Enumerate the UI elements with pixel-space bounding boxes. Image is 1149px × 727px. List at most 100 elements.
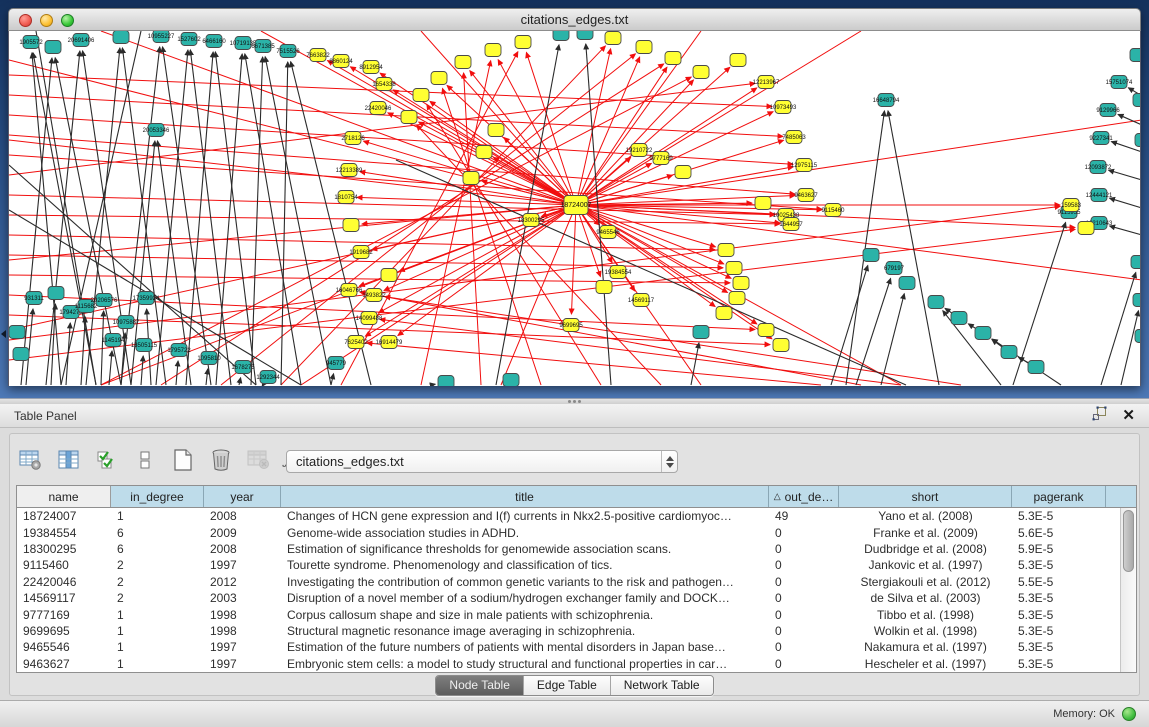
- graph-edge[interactable]: [262, 385, 263, 386]
- table-cell[interactable]: 2003: [204, 591, 281, 605]
- graph-node[interactable]: [503, 374, 519, 387]
- table-cell[interactable]: 5.6E-5: [1012, 526, 1106, 540]
- graph-node[interactable]: 7663822: [306, 49, 330, 62]
- table-cell[interactable]: 1: [111, 657, 204, 671]
- table-cell[interactable]: Stergiakouli et al. (2012): [839, 575, 1012, 589]
- graph-node[interactable]: [413, 89, 429, 102]
- graph-edge[interactable]: [206, 369, 208, 385]
- graph-edge[interactable]: [576, 31, 861, 205]
- table-cell[interactable]: Franke et al. (2009): [839, 526, 1012, 540]
- graph-node[interactable]: [1131, 256, 1141, 269]
- graph-node[interactable]: [863, 249, 879, 262]
- table-cell[interactable]: 1: [111, 640, 204, 654]
- table-cell[interactable]: 0: [769, 575, 839, 589]
- graph-node[interactable]: [476, 146, 492, 159]
- graph-edge[interactable]: [576, 57, 640, 205]
- graph-edge[interactable]: [215, 52, 256, 385]
- table-cell[interactable]: Investigating the contribution of common…: [281, 575, 769, 589]
- graph-node[interactable]: 159583: [1061, 199, 1082, 212]
- graph-node[interactable]: 1145194: [102, 334, 126, 347]
- table-row[interactable]: 946362711997Embryonic stem cells: a mode…: [17, 656, 1120, 672]
- table-cell[interactable]: 0: [769, 640, 839, 654]
- graph-edge[interactable]: [417, 125, 661, 385]
- table-cell[interactable]: 1998: [204, 624, 281, 638]
- table-cell[interactable]: 19384554: [17, 526, 111, 540]
- graph-node[interactable]: 16648794: [873, 94, 900, 107]
- graph-edge[interactable]: [239, 378, 241, 385]
- table-row[interactable]: 946554611997Estimation of the future num…: [17, 639, 1120, 655]
- graph-node[interactable]: 9227341: [1089, 132, 1113, 145]
- graph-node[interactable]: [13, 348, 29, 361]
- table-cell[interactable]: Wolkin et al. (1998): [839, 624, 1012, 638]
- graph-node[interactable]: [675, 166, 691, 179]
- graph-edge[interactable]: [421, 61, 491, 385]
- table-cell[interactable]: Estimation of significance thresholds fo…: [281, 542, 769, 556]
- graph-edge[interactable]: [9, 115, 793, 164]
- tab-network-table[interactable]: Network Table: [610, 676, 713, 695]
- table-select-dropdown[interactable]: citations_edges.txt: [286, 450, 678, 473]
- graph-node[interactable]: [596, 281, 612, 294]
- graph-node[interactable]: [1133, 294, 1141, 307]
- graph-edge[interactable]: [1110, 198, 1141, 208]
- column-header-title[interactable]: title: [281, 486, 769, 507]
- graph-edge[interactable]: [691, 343, 699, 385]
- table-cell[interactable]: Structural magnetic resonance image aver…: [281, 624, 769, 638]
- graph-node[interactable]: 19210722: [626, 144, 653, 157]
- table-cell[interactable]: 0: [769, 657, 839, 671]
- float-panel-icon[interactable]: [1092, 406, 1108, 426]
- graph-node[interactable]: [343, 219, 359, 232]
- column-header-pagerank[interactable]: pagerank: [1012, 486, 1106, 507]
- graph-node[interactable]: [693, 326, 709, 339]
- table-cell[interactable]: 2: [111, 575, 204, 589]
- table-cell[interactable]: Disruption of a novel member of a sodium…: [281, 591, 769, 605]
- column-header-year[interactable]: year: [204, 486, 281, 507]
- table-cell[interactable]: de Silva et al. (2003): [839, 591, 1012, 605]
- row-boxes-icon[interactable]: [132, 447, 158, 473]
- table-cell[interactable]: 2008: [204, 542, 281, 556]
- table-row[interactable]: 977716911998Corpus callosum shape and si…: [17, 606, 1120, 622]
- graph-node[interactable]: 16914479: [376, 336, 403, 349]
- table-cell[interactable]: 2: [111, 558, 204, 572]
- table-row[interactable]: 1456911722003Disruption of a novel membe…: [17, 590, 1120, 606]
- graph-node[interactable]: [726, 262, 742, 275]
- table-cell[interactable]: 9115460: [17, 558, 111, 572]
- graph-node[interactable]: 1795722: [167, 344, 191, 357]
- table-cell[interactable]: 1998: [204, 608, 281, 622]
- graph-node[interactable]: 1905572: [19, 36, 43, 49]
- graph-node[interactable]: [665, 52, 681, 65]
- graph-node[interactable]: 1919682: [349, 246, 373, 259]
- graph-edge[interactable]: [576, 88, 757, 205]
- graph-node[interactable]: 19384554: [605, 266, 632, 279]
- left-splitter-arrow[interactable]: [1, 330, 6, 338]
- graph-node[interactable]: [431, 72, 447, 85]
- graph-node[interactable]: [463, 172, 479, 185]
- table-cell[interactable]: Nakamura et al. (1997): [839, 640, 1012, 654]
- graph-node[interactable]: [1135, 330, 1141, 343]
- graph-node[interactable]: 22420046: [365, 102, 392, 115]
- table-cell[interactable]: 0: [769, 624, 839, 638]
- table-cell[interactable]: Estimation of the future numbers of pati…: [281, 640, 769, 654]
- graph-node[interactable]: [1130, 49, 1141, 62]
- graph-edge[interactable]: [576, 205, 1141, 280]
- graph-node[interactable]: 14569117: [628, 294, 655, 307]
- column-header-out_de[interactable]: △out_de…: [769, 486, 839, 507]
- graph-node[interactable]: 1810754: [334, 191, 358, 204]
- table-cell[interactable]: Changes of HCN gene expression and I(f) …: [281, 509, 769, 523]
- table-cell[interactable]: 1: [111, 624, 204, 638]
- graph-node[interactable]: [975, 327, 991, 340]
- graph-node[interactable]: [899, 277, 915, 290]
- graph-edge[interactable]: [9, 155, 822, 209]
- graph-node[interactable]: [718, 244, 734, 257]
- graph-edge[interactable]: [846, 111, 884, 385]
- network-canvas[interactable]: 1905572206914061095522715276026466160107…: [8, 31, 1141, 386]
- table-cell[interactable]: Tourette syndrome. Phenomenology and cla…: [281, 558, 769, 572]
- tab-node-table[interactable]: Node Table: [436, 676, 523, 695]
- graph-edge[interactable]: [1101, 273, 1136, 385]
- table-cell[interactable]: 1997: [204, 657, 281, 671]
- network-window-titlebar[interactable]: citations_edges.txt: [8, 8, 1141, 31]
- table-cell[interactable]: 9777169: [17, 608, 111, 622]
- graph-node[interactable]: 18724007: [560, 196, 591, 215]
- graph-edge[interactable]: [576, 112, 773, 205]
- close-window-icon[interactable]: [19, 14, 32, 27]
- delete-rows-icon[interactable]: [208, 447, 234, 473]
